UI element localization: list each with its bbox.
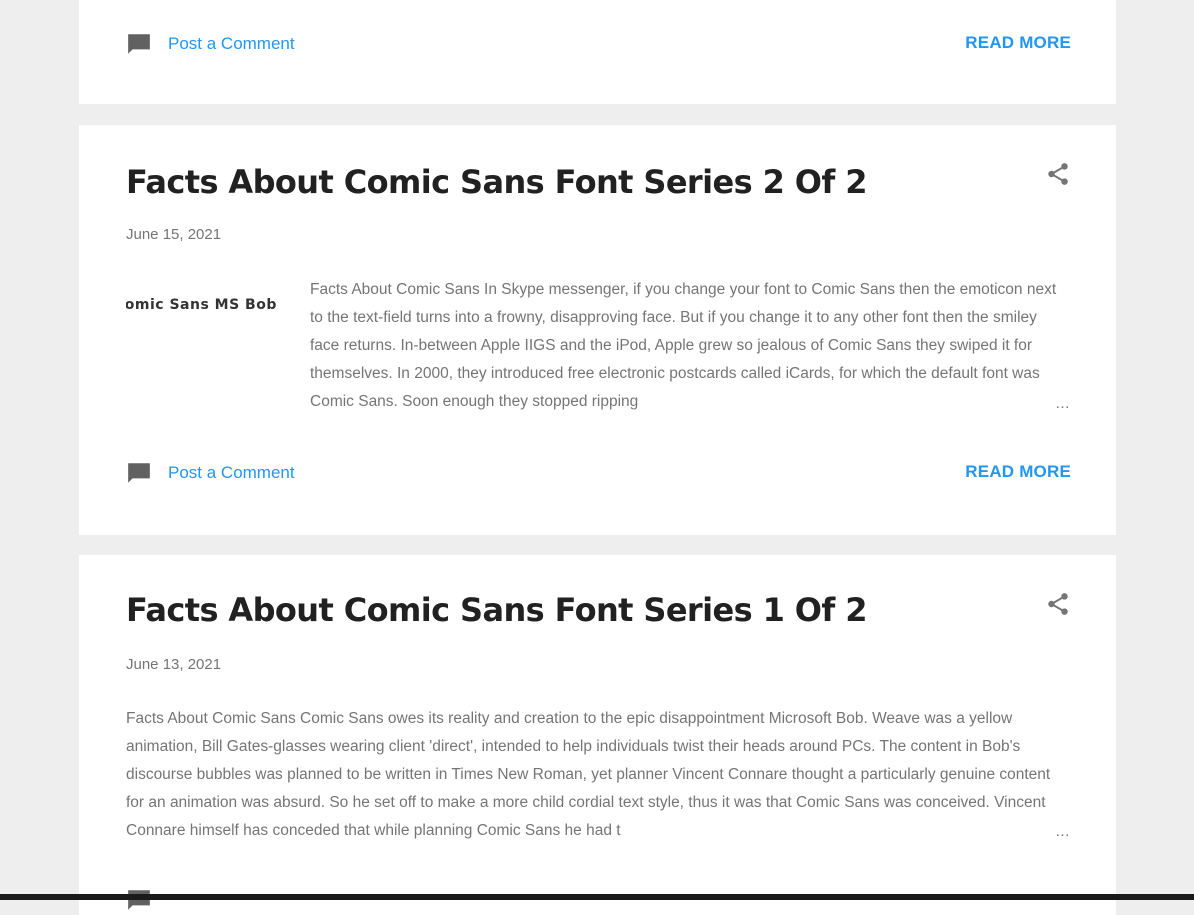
snippet-ellipsis: … bbox=[1055, 823, 1070, 840]
share-icon[interactable] bbox=[1045, 591, 1071, 617]
post-card: Post a Comment READ MORE bbox=[79, 0, 1116, 104]
share-icon[interactable] bbox=[1045, 161, 1071, 187]
post-card: Facts About Comic Sans Font Series 1 Of … bbox=[79, 555, 1116, 915]
snippet-ellipsis: … bbox=[1055, 395, 1070, 412]
post-date: June 13, 2021 bbox=[126, 656, 222, 673]
post-a-comment-link[interactable]: Post a Comment bbox=[126, 460, 295, 486]
comment-icon bbox=[128, 34, 150, 54]
post-title[interactable]: Facts About Comic Sans Font Series 1 Of … bbox=[126, 591, 868, 629]
post-date: June 15, 2021 bbox=[126, 226, 222, 243]
post-card: Facts About Comic Sans Font Series 2 Of … bbox=[79, 125, 1116, 535]
post-a-comment-label: Post a Comment bbox=[168, 463, 295, 482]
post-thumbnail[interactable]: Comic Sans MS Bob bbox=[126, 297, 276, 327]
post-a-comment-link[interactable]: Post a Comment bbox=[126, 31, 295, 57]
post-snippet: Facts About Comic Sans In Skype messenge… bbox=[310, 281, 1057, 410]
comment-icon bbox=[128, 463, 150, 483]
post-a-comment-label: Post a Comment bbox=[168, 34, 295, 53]
read-more-link[interactable]: READ MORE bbox=[965, 33, 1071, 53]
post-title[interactable]: Facts About Comic Sans Font Series 2 Of … bbox=[126, 163, 868, 201]
post-snippet: Facts About Comic Sans Comic Sans owes i… bbox=[126, 710, 1051, 839]
read-more-link[interactable]: READ MORE bbox=[965, 462, 1071, 482]
window-bottom-edge bbox=[0, 894, 1194, 900]
thumbnail-text: Comic Sans MS Bob bbox=[126, 297, 276, 313]
comment-icon[interactable] bbox=[126, 887, 152, 913]
